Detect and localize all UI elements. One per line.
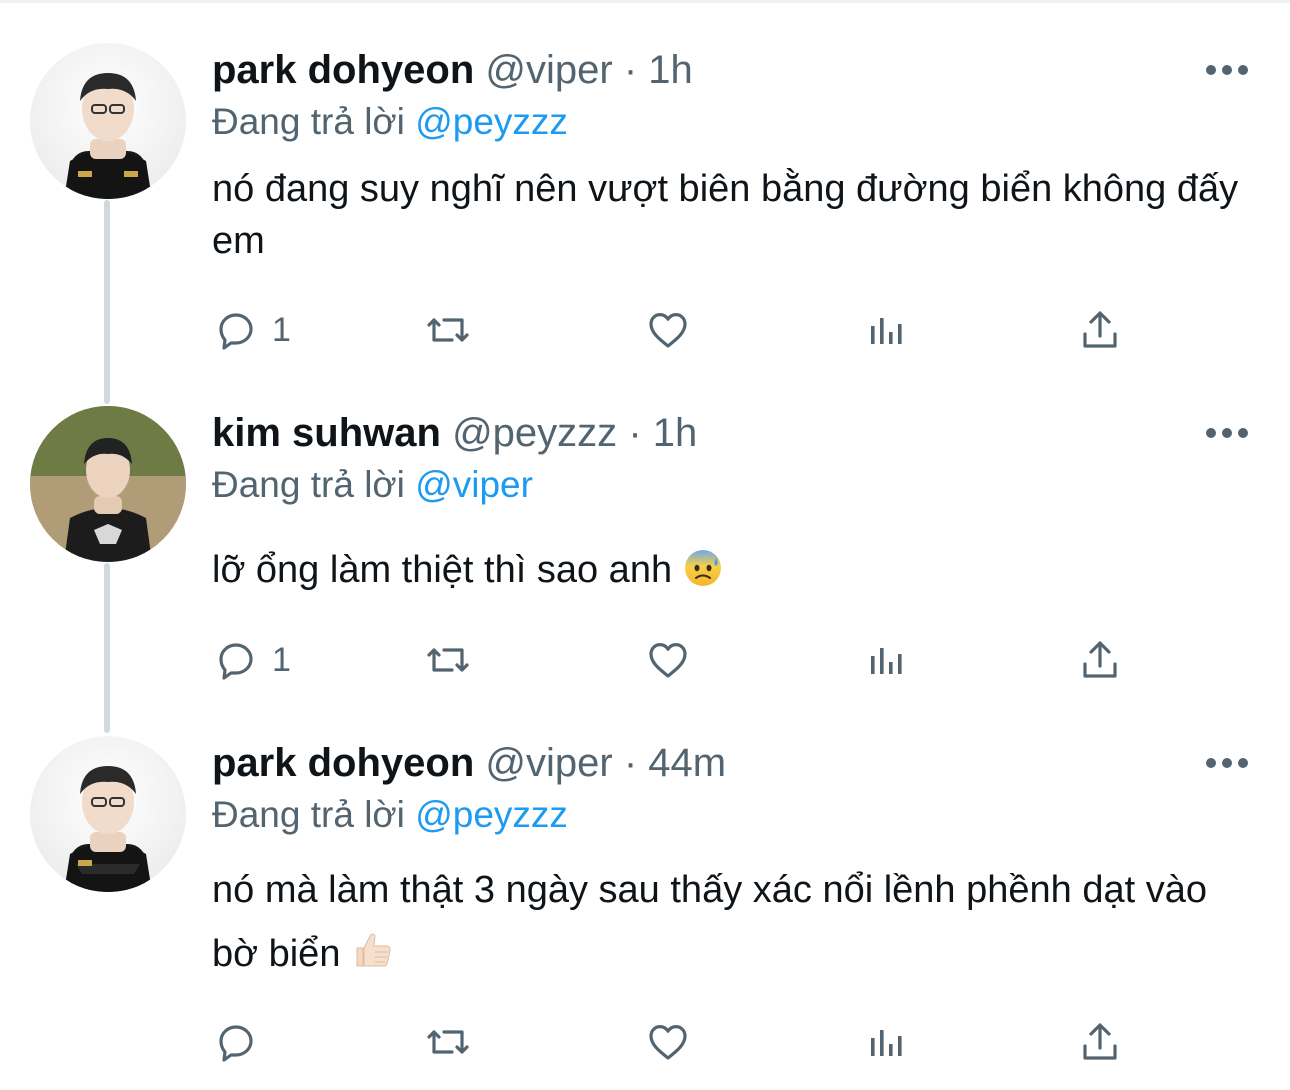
like-button[interactable] [644, 1017, 692, 1067]
replying-to: Đang trả lời @peyzzz [212, 792, 568, 838]
tweet[interactable]: park dohyeon @viper · 44m Đang trả lời @… [0, 0, 1290, 1090]
retweet-button[interactable] [424, 1017, 472, 1067]
share-button[interactable] [1076, 1017, 1124, 1067]
thumbs-up-emoji-icon [351, 928, 395, 992]
user-handle[interactable]: @viper [485, 741, 612, 785]
timestamp[interactable]: 44m [648, 741, 726, 785]
tweet-header: park dohyeon @viper · 44m [212, 738, 726, 788]
analytics-button[interactable] [862, 1017, 910, 1067]
reply-button[interactable] [212, 1017, 272, 1067]
separator-dot: · [623, 741, 638, 785]
tweet-body: nó mà làm thật 3 ngày sau thấy xác nổi l… [212, 858, 1242, 992]
display-name[interactable]: park dohyeon [212, 741, 474, 785]
reply-icon [219, 1025, 253, 1062]
analytics-icon [871, 1030, 902, 1056]
replying-label: Đang trả lời [212, 794, 405, 835]
heart-icon [649, 1025, 687, 1060]
tweet-actions [212, 1017, 1212, 1067]
avatar[interactable] [30, 736, 186, 892]
mention-link[interactable]: @peyzzz [415, 794, 568, 835]
share-icon [1083, 1023, 1117, 1060]
more-options-icon[interactable] [1206, 758, 1248, 770]
retweet-icon [427, 1030, 469, 1054]
